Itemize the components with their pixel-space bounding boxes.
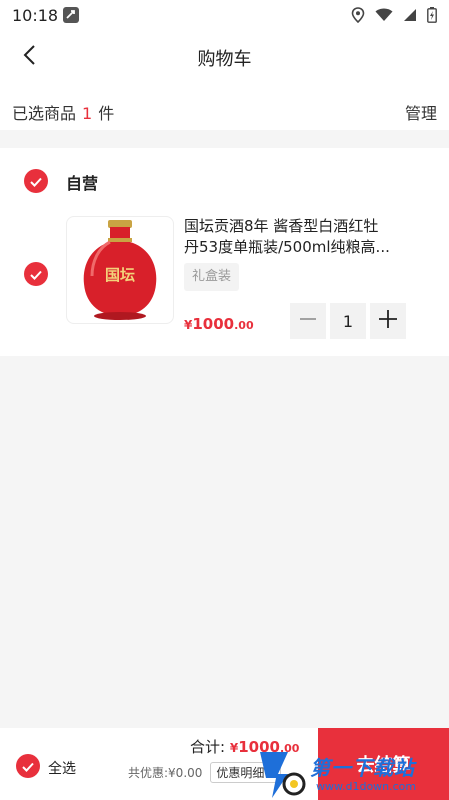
status-time: 10:18 xyxy=(12,6,59,25)
manage-button[interactable]: 管理 xyxy=(405,100,437,124)
status-icons xyxy=(351,6,437,24)
selection-summary: 已选商品 1 件 管理 xyxy=(0,92,449,128)
checkmark-icon xyxy=(30,172,42,191)
page-title: 购物车 xyxy=(197,49,252,70)
discount-detail-button[interactable]: 优惠明细 xyxy=(210,762,282,783)
wifi-icon xyxy=(375,8,393,22)
quantity-stepper: 1 xyxy=(290,303,406,339)
checkout-button[interactable]: 去结算 xyxy=(318,728,449,800)
minus-icon xyxy=(299,310,317,332)
total-decimal: .00 xyxy=(279,742,300,755)
decrease-button[interactable] xyxy=(290,303,326,339)
select-all-checkbox[interactable] xyxy=(16,754,40,778)
product-title[interactable]: 国坛贡酒8年 酱香型白酒红牡 丹53度单瓶装/500ml纯粮高... xyxy=(184,216,404,258)
total-row: 合计: ¥1000.00 xyxy=(190,736,299,757)
bottle-logo-text: 国坛 xyxy=(105,266,135,284)
location-icon xyxy=(351,7,365,23)
status-bar: 10:18 xyxy=(0,0,449,32)
signal-icon xyxy=(403,8,417,22)
selection-summary-text: 已选商品 1 件 xyxy=(12,100,114,124)
product-title-line1: 国坛贡酒8年 酱香型白酒红牡 xyxy=(184,217,379,235)
product-image[interactable]: 国坛 xyxy=(66,216,174,324)
total-symbol: ¥ xyxy=(229,741,239,755)
shop-checkbox[interactable] xyxy=(24,169,48,193)
item-checkbox[interactable] xyxy=(24,262,48,286)
summary-prefix: 已选商品 xyxy=(12,104,77,123)
product-spec-tag[interactable]: 礼盒装 xyxy=(184,263,240,291)
chevron-up-icon xyxy=(266,766,275,780)
discount-row: 共优惠:¥0.00 优惠明细 xyxy=(128,762,282,783)
checkmark-icon xyxy=(22,757,34,776)
shop-name: 自营 xyxy=(66,174,99,193)
price-decimal: .00 xyxy=(234,319,254,332)
select-all-label[interactable]: 全选 xyxy=(48,758,76,778)
increase-button[interactable] xyxy=(370,303,406,339)
summary-suffix: 件 xyxy=(98,104,115,123)
bottom-checkout-bar: 全选 合计: ¥1000.00 共优惠:¥0.00 优惠明细 去结算 xyxy=(0,728,449,800)
liquor-bottle-image: 国坛 xyxy=(83,220,157,320)
product-price: ¥1000.00 xyxy=(184,314,254,333)
quantity-value[interactable]: 1 xyxy=(330,303,366,339)
discount-detail-label: 优惠明细 xyxy=(216,766,265,780)
plus-icon xyxy=(378,309,398,333)
total-price: ¥1000.00 xyxy=(230,738,300,756)
total-label: 合计: xyxy=(190,738,226,756)
total-integer: 1000 xyxy=(238,738,280,756)
shop-card: 自营 国坛 国坛贡酒8年 酱香型白酒红牡 丹53度单瓶装/500ml纯粮高...… xyxy=(0,148,449,356)
selected-count: 1 xyxy=(82,104,93,123)
product-title-line2: 丹53度单瓶装/500ml纯粮高... xyxy=(184,238,390,256)
app-notification-icon xyxy=(62,6,80,24)
battery-icon xyxy=(427,7,437,23)
price-integer: 1000 xyxy=(192,315,235,333)
discount-label: 共优惠:¥0.00 xyxy=(128,766,203,780)
checkmark-icon xyxy=(30,265,42,284)
header: 购物车 xyxy=(0,32,449,82)
